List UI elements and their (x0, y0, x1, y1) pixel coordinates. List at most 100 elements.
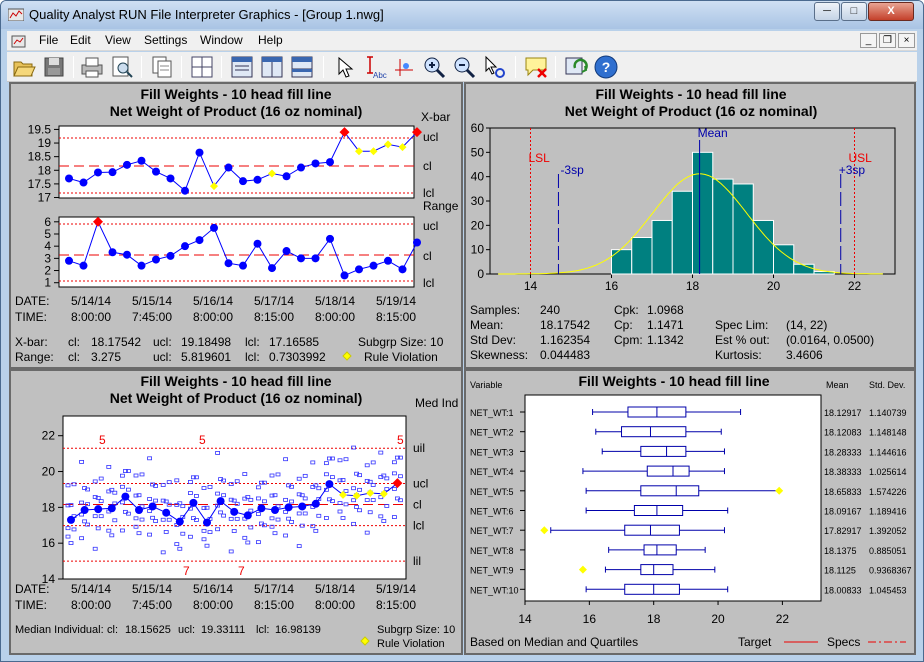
range-ucl-label: ucl (423, 219, 438, 233)
rule-7-label: 7 (238, 564, 245, 578)
mdi-restore-button[interactable]: ❐ (879, 33, 896, 48)
open-icon[interactable] (11, 54, 37, 80)
range-point (398, 265, 407, 274)
boxplot-panel: Variable Fill Weights - 10 head fill lin… (464, 369, 916, 655)
range-point (311, 254, 320, 263)
med-ytick-label: 22 (42, 429, 56, 443)
print-icon[interactable] (79, 54, 105, 80)
xbar-range-chart[interactable]: Fill Weights - 10 head fill line Net Wei… (11, 84, 461, 367)
layout-rows-icon[interactable] (289, 54, 315, 80)
range-point (210, 223, 218, 232)
document-icon[interactable] (11, 33, 27, 49)
refresh-icon[interactable] (563, 54, 589, 80)
rule-violation-label: Rule Violation (364, 350, 438, 364)
copy-icon[interactable] (149, 54, 175, 80)
hist-stat-text: Cp: (614, 318, 633, 332)
hist-stat-text: Skewness: (470, 348, 528, 362)
help-icon[interactable]: ? (593, 54, 619, 80)
row-mean: 18.28333 (824, 447, 862, 457)
med-ytick-label: 16 (42, 536, 56, 550)
box-xtick-label: 14 (518, 612, 532, 626)
hist-ytick-label: 40 (471, 170, 485, 184)
xbar-ucl-label: ucl (423, 130, 438, 144)
xbar-cl-value: 18.17542 (91, 335, 141, 349)
variable-name: NET_WT:7 (470, 526, 514, 536)
hist-stat-text: 18.17542 (540, 318, 590, 332)
med-rule-violation-label: Rule Violation (377, 638, 445, 650)
rule-violation-marker-icon (342, 351, 352, 361)
rule-5-label: 5 (99, 433, 106, 447)
xbar-point (166, 174, 175, 183)
menu-settings[interactable]: Settings (144, 33, 187, 47)
xbar-ucl-value: 19.18498 (181, 335, 231, 349)
layout-single-icon[interactable] (229, 54, 255, 80)
median-chart[interactable]: Fill Weights - 10 head fill line Net Wei… (11, 371, 461, 653)
row-sd: 1.140739 (869, 408, 907, 418)
zoom-in-icon[interactable] (421, 54, 447, 80)
xbar-cl-label: cl (423, 159, 432, 173)
layout-columns-icon[interactable] (259, 54, 285, 80)
box-title: Fill Weights - 10 head fill line (578, 373, 769, 389)
range-point (268, 264, 276, 273)
maximize-button[interactable]: □ (841, 2, 867, 21)
med-subtitle: Net Weight of Product (16 oz nominal) (110, 390, 363, 406)
text-annotation-icon[interactable]: Abc (361, 54, 387, 80)
box-xtick-label: 22 (776, 612, 790, 626)
select-point-icon[interactable] (481, 54, 507, 80)
range-lcl-value: 0.7303992 (269, 350, 326, 364)
median-point (135, 506, 143, 515)
date-value: 5/14/14 (71, 294, 111, 308)
xbar-tick-label: 19 (38, 136, 52, 150)
time-value: 7:45:00 (132, 310, 172, 324)
plus-3sp-label: +3sp (839, 163, 866, 177)
hist-ytick-label: 50 (471, 145, 485, 159)
xbar-point (195, 148, 204, 157)
xbar-point (253, 175, 262, 184)
close-button[interactable]: X (868, 2, 914, 21)
median-point (257, 504, 266, 513)
clear-annotation-icon[interactable] (523, 54, 549, 80)
boxplot-chart[interactable]: Variable Fill Weights - 10 head fill lin… (466, 371, 914, 653)
pointer-icon[interactable] (331, 54, 357, 80)
med-cl-name: cl: (107, 624, 118, 636)
histogram-chart[interactable]: Fill Weights - 10 head fill line Net Wei… (466, 84, 914, 367)
minimize-button[interactable]: ─ (814, 2, 840, 21)
row-mean: 17.82917 (824, 526, 862, 536)
menu-file[interactable]: File (39, 33, 58, 47)
menu-edit[interactable]: Edit (70, 33, 91, 47)
range-stat-label: Range: (15, 350, 54, 364)
mdi-minimize-button[interactable]: _ (860, 33, 877, 48)
rule-5-label: 5 (397, 433, 404, 447)
xbar-lcl-name: lcl: (245, 335, 260, 349)
variable-header: Variable (470, 380, 502, 390)
hist-bar (651, 219, 673, 275)
median-point (298, 502, 307, 511)
point-label-icon[interactable] (391, 54, 417, 80)
median-point (243, 511, 252, 520)
layout-grid-icon[interactable] (189, 54, 215, 80)
hist-stat-text: Cpk: (614, 303, 639, 317)
menu-help[interactable]: Help (258, 33, 283, 47)
hist-bar (671, 190, 693, 275)
time-label: TIME: (15, 310, 47, 324)
print-preview-icon[interactable] (109, 54, 135, 80)
xbar-tick-label: 17 (38, 191, 52, 205)
med-date-value: 5/14/14 (71, 582, 111, 596)
hist-stat-text: Cpm: (614, 333, 643, 347)
hist-stat-text: 240 (540, 303, 560, 317)
hist-xtick-label: 22 (848, 279, 862, 293)
save-icon[interactable] (41, 54, 67, 80)
zoom-out-icon[interactable] (451, 54, 477, 80)
title-bar[interactable]: Quality Analyst RUN File Interpreter Gra… (1, 1, 923, 29)
range-ucl-value: 5.819601 (181, 350, 231, 364)
median-point (67, 515, 75, 524)
xbar-point (79, 178, 88, 187)
mdi-close-button[interactable]: × (898, 33, 915, 48)
range-point (239, 261, 247, 270)
menu-window[interactable]: Window (200, 33, 243, 47)
xbar-point (311, 159, 320, 168)
median-point (80, 506, 89, 515)
median-point (284, 503, 293, 512)
menu-view[interactable]: View (105, 33, 131, 47)
row-mean: 18.1375 (824, 546, 857, 556)
